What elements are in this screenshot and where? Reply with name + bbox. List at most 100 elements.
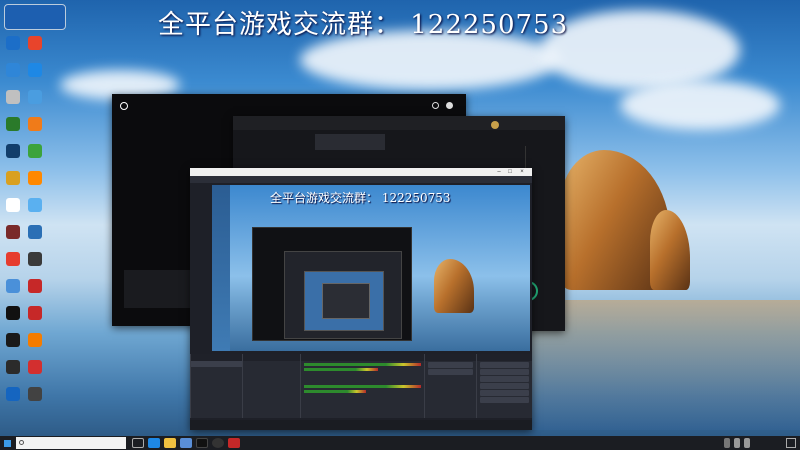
desktop-icon[interactable] bbox=[2, 360, 24, 374]
volume-icon[interactable] bbox=[744, 438, 750, 448]
desktop-icon[interactable] bbox=[2, 279, 24, 293]
desktop-icon[interactable] bbox=[24, 387, 46, 401]
obs-window[interactable]: – □ × 全平台游戏交流群： 122250753 bbox=[190, 168, 532, 430]
app-icon bbox=[6, 63, 20, 77]
nested-window bbox=[322, 283, 370, 319]
app-icon bbox=[6, 252, 20, 266]
app-icon bbox=[28, 360, 42, 374]
cloud bbox=[620, 80, 780, 130]
app-icon bbox=[6, 90, 20, 104]
app-icon bbox=[6, 333, 20, 347]
tray-icon[interactable] bbox=[724, 438, 730, 448]
desktop-icon[interactable] bbox=[2, 252, 24, 266]
app-icon bbox=[28, 144, 42, 158]
app-icon bbox=[28, 252, 42, 266]
rock-formation bbox=[650, 210, 690, 290]
app-icon bbox=[28, 306, 42, 320]
desktop-icon[interactable] bbox=[24, 333, 46, 347]
obs-control-button[interactable] bbox=[480, 369, 529, 375]
logitech-icon[interactable] bbox=[196, 438, 208, 448]
desktop-icon[interactable] bbox=[24, 198, 46, 212]
obs-control-button[interactable] bbox=[480, 383, 529, 389]
obs-menubar bbox=[190, 176, 532, 183]
desktop-icon[interactable] bbox=[24, 144, 46, 158]
mixer-header bbox=[301, 354, 424, 361]
scene-item[interactable] bbox=[191, 361, 242, 367]
app-icon bbox=[28, 36, 42, 50]
obs-control-button[interactable] bbox=[480, 362, 529, 368]
desktop-icon[interactable] bbox=[2, 306, 24, 320]
taskbar bbox=[0, 436, 800, 450]
obs-control-button[interactable] bbox=[480, 376, 529, 382]
transitions-header bbox=[425, 354, 476, 361]
desktop-icon[interactable] bbox=[2, 387, 24, 401]
preview-overlay-text: 全平台游戏交流群： 122250753 bbox=[270, 191, 451, 205]
desktop-icon[interactable] bbox=[24, 171, 46, 185]
aux-tab-panel bbox=[315, 134, 385, 150]
desktop-icon[interactable] bbox=[2, 198, 24, 212]
obs-control-button[interactable] bbox=[480, 390, 529, 396]
desktop-icon[interactable] bbox=[2, 36, 24, 50]
edge-icon[interactable] bbox=[148, 438, 160, 448]
desktop-icon[interactable] bbox=[24, 360, 46, 374]
desktop-icon[interactable] bbox=[2, 90, 24, 104]
desktop-icon[interactable] bbox=[2, 171, 24, 185]
desktop-icon[interactable] bbox=[2, 117, 24, 131]
app-icon bbox=[6, 360, 20, 374]
obs-titlebar bbox=[190, 168, 532, 176]
user-icon[interactable] bbox=[446, 102, 453, 109]
brand-logo-icon[interactable] bbox=[4, 4, 66, 30]
desktop-icon[interactable] bbox=[24, 90, 46, 104]
obs-control-button[interactable] bbox=[480, 397, 529, 403]
app-icon bbox=[28, 117, 42, 131]
explorer-icon[interactable] bbox=[164, 438, 176, 448]
obs-icon[interactable] bbox=[212, 438, 224, 448]
minimize-button[interactable]: – bbox=[495, 168, 503, 176]
app-icon bbox=[6, 225, 20, 239]
desktop-icon[interactable] bbox=[2, 225, 24, 239]
controls-header bbox=[477, 354, 532, 361]
source-item[interactable] bbox=[243, 385, 300, 391]
app-icon[interactable] bbox=[228, 438, 240, 448]
maximize-button[interactable]: □ bbox=[506, 168, 514, 176]
search-icon bbox=[19, 440, 24, 445]
app-icon bbox=[28, 198, 42, 212]
transition-select[interactable] bbox=[428, 362, 473, 368]
desktop-icon[interactable] bbox=[24, 117, 46, 131]
start-icon[interactable] bbox=[0, 436, 14, 450]
store-icon[interactable] bbox=[180, 438, 192, 448]
desktop-icon[interactable] bbox=[24, 225, 46, 239]
preview-rock bbox=[434, 259, 474, 313]
cloud bbox=[540, 10, 740, 90]
desktop-icon[interactable] bbox=[24, 279, 46, 293]
close-button[interactable]: × bbox=[518, 168, 526, 176]
obs-preview: 全平台游戏交流群： 122250753 bbox=[212, 185, 530, 351]
app-icon bbox=[6, 36, 20, 50]
desktop-icon[interactable] bbox=[2, 333, 24, 347]
audio-meter bbox=[304, 363, 421, 366]
logitech-g-icon bbox=[120, 102, 128, 110]
desktop-icon[interactable] bbox=[24, 306, 46, 320]
desktop-icon[interactable] bbox=[24, 36, 46, 50]
task-view-icon[interactable] bbox=[132, 438, 144, 448]
notification-icon[interactable] bbox=[786, 438, 796, 448]
desktop-icon[interactable] bbox=[24, 252, 46, 266]
settings-icon[interactable] bbox=[432, 102, 439, 109]
search-box[interactable] bbox=[16, 437, 126, 449]
app-icon bbox=[6, 387, 20, 401]
network-icon[interactable] bbox=[734, 438, 740, 448]
banner-text: 全平台游戏交流群： 122250753 bbox=[158, 10, 569, 40]
obs-statusbar bbox=[190, 420, 532, 430]
desktop-icon[interactable] bbox=[2, 63, 24, 77]
duration-field[interactable] bbox=[428, 369, 473, 375]
app-icon bbox=[28, 63, 42, 77]
app-icon bbox=[28, 90, 42, 104]
desktop-icon[interactable] bbox=[24, 63, 46, 77]
desktop-icon[interactable] bbox=[2, 144, 24, 158]
app-icon bbox=[6, 144, 20, 158]
avatar[interactable] bbox=[491, 121, 499, 129]
sources-dock bbox=[242, 354, 300, 418]
scenes-header bbox=[191, 354, 242, 361]
aux-titlebar bbox=[233, 116, 565, 130]
app-icon bbox=[6, 171, 20, 185]
